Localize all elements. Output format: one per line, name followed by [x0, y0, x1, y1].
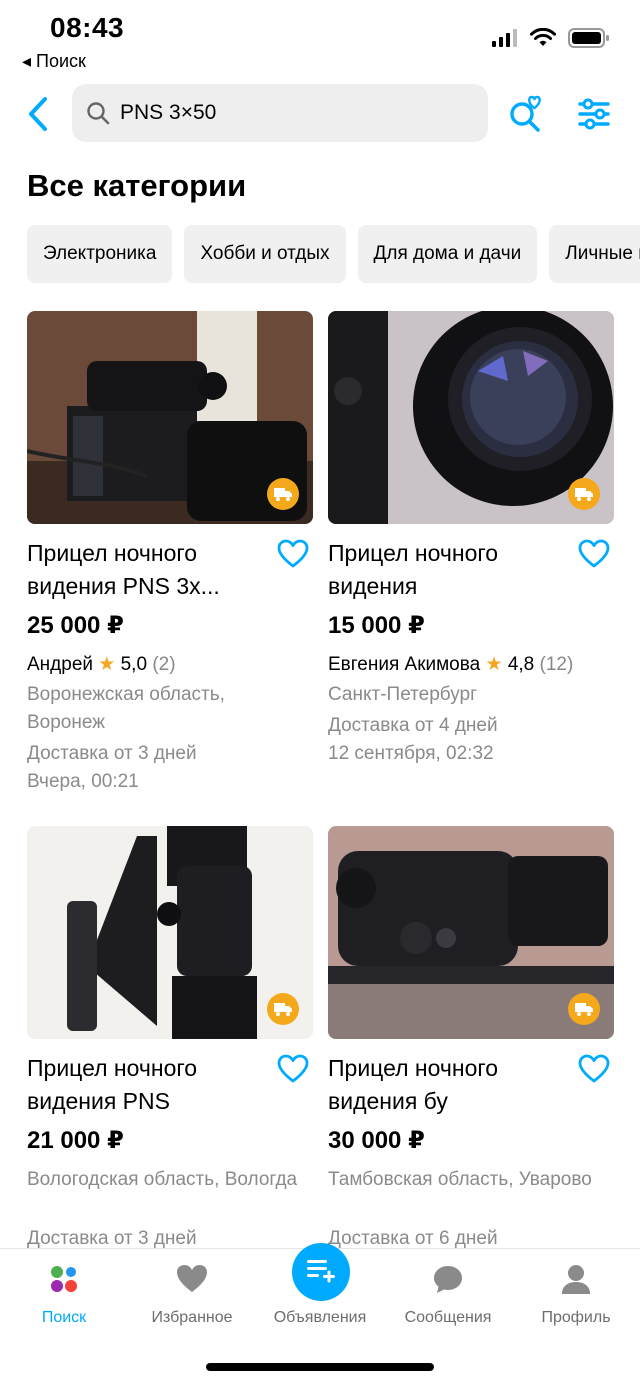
listing-location: Тамбовская область, Уварово — [328, 1169, 592, 1190]
tab-favorites[interactable]: Избранное — [128, 1249, 256, 1339]
listing-photo[interactable] — [328, 826, 614, 1039]
seller-info: Андрей ★ 5,0 (2) — [27, 653, 176, 676]
favorite-button[interactable] — [277, 539, 309, 569]
category-chip[interactable]: Хобби и отдых — [184, 225, 346, 283]
seller-name: Евгения Акимова — [328, 654, 481, 675]
listing-price: 15 000 ₽ — [328, 612, 425, 639]
seller-name: Андрей — [27, 654, 93, 675]
heart-icon — [578, 539, 610, 568]
chevron-left-icon — [29, 97, 47, 131]
search-input[interactable]: PNS 3×50 — [72, 84, 488, 142]
heart-icon — [277, 1054, 309, 1083]
filters-button[interactable] — [574, 94, 614, 134]
listing-card[interactable]: Прицел ночного видения бу 30 000 ₽ Тамбо… — [328, 826, 614, 1249]
status-icons — [492, 28, 610, 48]
heart-icon — [277, 539, 309, 568]
search-icon — [87, 102, 110, 125]
search-dots-icon — [51, 1266, 77, 1292]
listing-title[interactable]: Прицел ночного видения — [328, 537, 573, 603]
star-icon: ★ — [485, 654, 503, 675]
page-title: Все категории — [27, 168, 247, 203]
favorite-button[interactable] — [277, 1054, 309, 1084]
delivery-badge — [568, 993, 600, 1025]
truck-icon — [575, 1003, 593, 1016]
search-heart-icon — [510, 95, 541, 132]
status-time: 08:43 — [50, 12, 125, 43]
category-chip[interactable]: Электроника — [27, 225, 173, 283]
tab-favorites-label: Избранное — [151, 1309, 233, 1326]
home-indicator — [206, 1363, 434, 1371]
favorite-button[interactable] — [578, 1054, 610, 1084]
star-icon: ★ — [98, 654, 116, 675]
search-query: PNS 3×50 — [120, 101, 217, 124]
filters-icon — [578, 98, 610, 130]
truck-icon — [575, 488, 593, 501]
tab-search[interactable]: Поиск — [0, 1249, 128, 1339]
post-ad-button[interactable] — [292, 1243, 350, 1301]
user-icon — [562, 1265, 590, 1294]
status-bar: 08:43 ◂ Поиск — [0, 0, 640, 80]
listing-date: Вчера, 00:21 — [27, 771, 139, 792]
chat-bubble-icon — [434, 1266, 462, 1293]
back-to-app-link[interactable]: ◂ Поиск — [22, 51, 86, 72]
listing-photo[interactable] — [27, 826, 313, 1039]
signal-icon — [492, 29, 517, 47]
seller-rating: 4,8 — [507, 654, 535, 675]
tab-ads[interactable]: Объявления — [256, 1243, 384, 1339]
truck-icon — [274, 488, 292, 501]
save-search-button[interactable] — [504, 92, 548, 136]
listing-date: 12 сентября, 02:32 — [328, 743, 494, 764]
listing-photo[interactable] — [27, 311, 313, 524]
tab-ads-label: Объявления — [273, 1309, 367, 1326]
listing-photo[interactable] — [328, 311, 614, 524]
listing-card[interactable]: Прицел ночного видения PNS 3х... 25 000 … — [27, 311, 313, 811]
review-count: (12) — [539, 654, 574, 675]
listing-location: Вологодская область, Вологда — [27, 1169, 298, 1190]
heart-icon — [177, 1265, 207, 1292]
favorite-button[interactable] — [578, 539, 610, 569]
delivery-badge — [267, 478, 299, 510]
category-chip[interactable]: Для дома и дачи — [357, 225, 538, 283]
listing-delivery: Доставка от 4 дней — [328, 715, 498, 736]
delivery-badge — [568, 478, 600, 510]
listing-price: 25 000 ₽ — [27, 612, 124, 639]
tab-search-label: Поиск — [41, 1309, 87, 1326]
seller-rating: 5,0 — [120, 654, 148, 675]
wifi-icon — [530, 28, 556, 46]
back-button[interactable] — [20, 92, 56, 136]
listing-price: 21 000 ₽ — [27, 1127, 124, 1154]
listing-title[interactable]: Прицел ночного видения бу — [328, 1052, 573, 1118]
listing-card[interactable]: Прицел ночного видения 15 000 ₽ Евгения … — [328, 311, 614, 811]
listing-delivery: Доставка от 3 дней — [27, 743, 197, 764]
tab-messages[interactable]: Сообщения — [384, 1249, 512, 1339]
listing-location: Санкт-Петербург — [328, 684, 478, 705]
search-header: PNS 3×50 — [0, 84, 640, 144]
heart-icon — [578, 1054, 610, 1083]
add-listing-icon — [307, 1260, 335, 1283]
listing-title[interactable]: Прицел ночного видения PNS — [27, 1052, 272, 1118]
listing-card[interactable]: Прицел ночного видения PNS 21 000 ₽ Воло… — [27, 826, 313, 1249]
review-count: (2) — [152, 654, 176, 675]
seller-info: Евгения Акимова ★ 4,8 (12) — [328, 653, 573, 676]
tab-profile[interactable]: Профиль — [512, 1249, 640, 1339]
truck-icon — [274, 1003, 292, 1016]
listing-location: Воронежская область, Воронеж — [27, 684, 225, 733]
tab-messages-label: Сообщения — [404, 1309, 492, 1326]
battery-icon — [568, 28, 609, 48]
listing-title[interactable]: Прицел ночного видения PNS 3х... — [27, 537, 272, 603]
delivery-badge — [267, 993, 299, 1025]
category-chips: Электроника Хобби и отдых Для дома и дачи Л… — [27, 225, 640, 283]
category-chip[interactable]: Личные вещи — [549, 225, 640, 283]
listing-price: 30 000 ₽ — [328, 1127, 425, 1154]
tab-profile-label: Профиль — [541, 1309, 611, 1326]
